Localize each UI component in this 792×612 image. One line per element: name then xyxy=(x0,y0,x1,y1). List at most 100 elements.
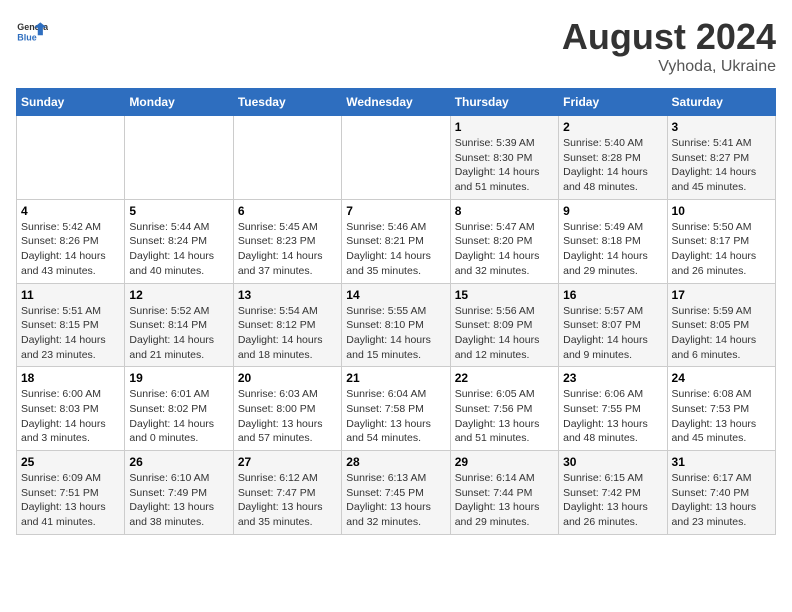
day-number: 28 xyxy=(346,455,445,469)
day-info: Sunrise: 5:59 AM Sunset: 8:05 PM Dayligh… xyxy=(672,304,771,363)
day-info: Sunrise: 6:15 AM Sunset: 7:42 PM Dayligh… xyxy=(563,471,662,530)
day-number: 14 xyxy=(346,288,445,302)
day-number: 20 xyxy=(238,371,337,385)
day-cell: 23 Sunrise: 6:06 AM Sunset: 7:55 PM Dayli… xyxy=(559,367,667,451)
day-info: Sunrise: 6:04 AM Sunset: 7:58 PM Dayligh… xyxy=(346,387,445,446)
day-number: 10 xyxy=(672,204,771,218)
day-info: Sunrise: 6:14 AM Sunset: 7:44 PM Dayligh… xyxy=(455,471,554,530)
day-cell xyxy=(342,116,450,200)
day-cell: 7 Sunrise: 5:46 AM Sunset: 8:21 PM Daylig… xyxy=(342,199,450,283)
day-number: 31 xyxy=(672,455,771,469)
col-header-tuesday: Tuesday xyxy=(233,89,341,116)
day-info: Sunrise: 5:52 AM Sunset: 8:14 PM Dayligh… xyxy=(129,304,228,363)
day-cell: 1 Sunrise: 5:39 AM Sunset: 8:30 PM Daylig… xyxy=(450,116,558,200)
day-cell xyxy=(125,116,233,200)
col-header-monday: Monday xyxy=(125,89,233,116)
day-info: Sunrise: 6:08 AM Sunset: 7:53 PM Dayligh… xyxy=(672,387,771,446)
day-cell: 14 Sunrise: 5:55 AM Sunset: 8:10 PM Dayli… xyxy=(342,283,450,367)
logo: General Blue xyxy=(16,16,48,48)
day-cell: 8 Sunrise: 5:47 AM Sunset: 8:20 PM Daylig… xyxy=(450,199,558,283)
day-number: 2 xyxy=(563,120,662,134)
col-header-wednesday: Wednesday xyxy=(342,89,450,116)
logo-icon: General Blue xyxy=(16,16,48,48)
day-info: Sunrise: 5:51 AM Sunset: 8:15 PM Dayligh… xyxy=(21,304,120,363)
header-row: SundayMondayTuesdayWednesdayThursdayFrid… xyxy=(17,89,776,116)
day-cell: 30 Sunrise: 6:15 AM Sunset: 7:42 PM Dayli… xyxy=(559,451,667,535)
day-number: 19 xyxy=(129,371,228,385)
day-number: 17 xyxy=(672,288,771,302)
day-number: 5 xyxy=(129,204,228,218)
day-cell: 19 Sunrise: 6:01 AM Sunset: 8:02 PM Dayli… xyxy=(125,367,233,451)
day-info: Sunrise: 5:55 AM Sunset: 8:10 PM Dayligh… xyxy=(346,304,445,363)
day-cell: 31Sunrise: 6:17 AM Sunset: 7:40 PM Dayli… xyxy=(667,451,775,535)
day-cell: 12 Sunrise: 5:52 AM Sunset: 8:14 PM Dayli… xyxy=(125,283,233,367)
day-info: Sunrise: 6:06 AM Sunset: 7:55 PM Dayligh… xyxy=(563,387,662,446)
day-number: 8 xyxy=(455,204,554,218)
week-row-1: 1 Sunrise: 5:39 AM Sunset: 8:30 PM Daylig… xyxy=(17,116,776,200)
day-cell: 25Sunrise: 6:09 AM Sunset: 7:51 PM Dayli… xyxy=(17,451,125,535)
day-info: Sunrise: 5:57 AM Sunset: 8:07 PM Dayligh… xyxy=(563,304,662,363)
page-title: August 2024 xyxy=(562,16,776,58)
day-number: 26 xyxy=(129,455,228,469)
day-info: Sunrise: 5:46 AM Sunset: 8:21 PM Dayligh… xyxy=(346,220,445,279)
day-number: 29 xyxy=(455,455,554,469)
day-info: Sunrise: 5:45 AM Sunset: 8:23 PM Dayligh… xyxy=(238,220,337,279)
day-number: 12 xyxy=(129,288,228,302)
day-cell: 13Sunrise: 5:54 AM Sunset: 8:12 PM Dayli… xyxy=(233,283,341,367)
day-number: 15 xyxy=(455,288,554,302)
day-number: 22 xyxy=(455,371,554,385)
page-subtitle: Vyhoda, Ukraine xyxy=(562,58,776,76)
day-number: 13 xyxy=(238,288,337,302)
day-cell: 17 Sunrise: 5:59 AM Sunset: 8:05 PM Dayli… xyxy=(667,283,775,367)
day-number: 18 xyxy=(21,371,120,385)
day-cell: 27Sunrise: 6:12 AM Sunset: 7:47 PM Dayli… xyxy=(233,451,341,535)
day-cell xyxy=(17,116,125,200)
day-cell: 6Sunrise: 5:45 AM Sunset: 8:23 PM Daylig… xyxy=(233,199,341,283)
day-cell: 29 Sunrise: 6:14 AM Sunset: 7:44 PM Dayli… xyxy=(450,451,558,535)
week-row-4: 18 Sunrise: 6:00 AM Sunset: 8:03 PM Dayli… xyxy=(17,367,776,451)
day-number: 23 xyxy=(563,371,662,385)
col-header-thursday: Thursday xyxy=(450,89,558,116)
day-info: Sunrise: 5:44 AM Sunset: 8:24 PM Dayligh… xyxy=(129,220,228,279)
day-number: 4 xyxy=(21,204,120,218)
day-cell: 21 Sunrise: 6:04 AM Sunset: 7:58 PM Dayli… xyxy=(342,367,450,451)
day-cell: 10 Sunrise: 5:50 AM Sunset: 8:17 PM Dayli… xyxy=(667,199,775,283)
day-cell: 2 Sunrise: 5:40 AM Sunset: 8:28 PM Daylig… xyxy=(559,116,667,200)
day-cell: 22 Sunrise: 6:05 AM Sunset: 7:56 PM Dayli… xyxy=(450,367,558,451)
page-header: General Blue August 2024 Vyhoda, Ukraine xyxy=(16,16,776,76)
day-cell: 16Sunrise: 5:57 AM Sunset: 8:07 PM Dayli… xyxy=(559,283,667,367)
day-info: Sunrise: 6:13 AM Sunset: 7:45 PM Dayligh… xyxy=(346,471,445,530)
day-info: Sunrise: 6:00 AM Sunset: 8:03 PM Dayligh… xyxy=(21,387,120,446)
day-cell: 28 Sunrise: 6:13 AM Sunset: 7:45 PM Dayli… xyxy=(342,451,450,535)
day-info: Sunrise: 6:10 AM Sunset: 7:49 PM Dayligh… xyxy=(129,471,228,530)
day-cell xyxy=(233,116,341,200)
week-row-3: 11 Sunrise: 5:51 AM Sunset: 8:15 PM Dayli… xyxy=(17,283,776,367)
day-cell: 3 Sunrise: 5:41 AM Sunset: 8:27 PM Daylig… xyxy=(667,116,775,200)
day-number: 9 xyxy=(563,204,662,218)
day-cell: 24 Sunrise: 6:08 AM Sunset: 7:53 PM Dayli… xyxy=(667,367,775,451)
day-info: Sunrise: 5:39 AM Sunset: 8:30 PM Dayligh… xyxy=(455,136,554,195)
day-number: 7 xyxy=(346,204,445,218)
day-info: Sunrise: 5:50 AM Sunset: 8:17 PM Dayligh… xyxy=(672,220,771,279)
day-info: Sunrise: 6:05 AM Sunset: 7:56 PM Dayligh… xyxy=(455,387,554,446)
day-number: 24 xyxy=(672,371,771,385)
col-header-sunday: Sunday xyxy=(17,89,125,116)
day-number: 21 xyxy=(346,371,445,385)
week-row-5: 25Sunrise: 6:09 AM Sunset: 7:51 PM Dayli… xyxy=(17,451,776,535)
day-info: Sunrise: 5:56 AM Sunset: 8:09 PM Dayligh… xyxy=(455,304,554,363)
svg-text:Blue: Blue xyxy=(17,32,36,42)
day-number: 30 xyxy=(563,455,662,469)
day-info: Sunrise: 6:01 AM Sunset: 8:02 PM Dayligh… xyxy=(129,387,228,446)
title-block: August 2024 Vyhoda, Ukraine xyxy=(562,16,776,76)
day-info: Sunrise: 5:41 AM Sunset: 8:27 PM Dayligh… xyxy=(672,136,771,195)
day-number: 1 xyxy=(455,120,554,134)
day-number: 3 xyxy=(672,120,771,134)
day-info: Sunrise: 5:47 AM Sunset: 8:20 PM Dayligh… xyxy=(455,220,554,279)
day-cell: 11 Sunrise: 5:51 AM Sunset: 8:15 PM Dayli… xyxy=(17,283,125,367)
day-cell: 18 Sunrise: 6:00 AM Sunset: 8:03 PM Dayli… xyxy=(17,367,125,451)
day-cell: 26 Sunrise: 6:10 AM Sunset: 7:49 PM Dayli… xyxy=(125,451,233,535)
week-row-2: 4Sunrise: 5:42 AM Sunset: 8:26 PM Daylig… xyxy=(17,199,776,283)
day-info: Sunrise: 5:40 AM Sunset: 8:28 PM Dayligh… xyxy=(563,136,662,195)
day-number: 11 xyxy=(21,288,120,302)
col-header-saturday: Saturday xyxy=(667,89,775,116)
